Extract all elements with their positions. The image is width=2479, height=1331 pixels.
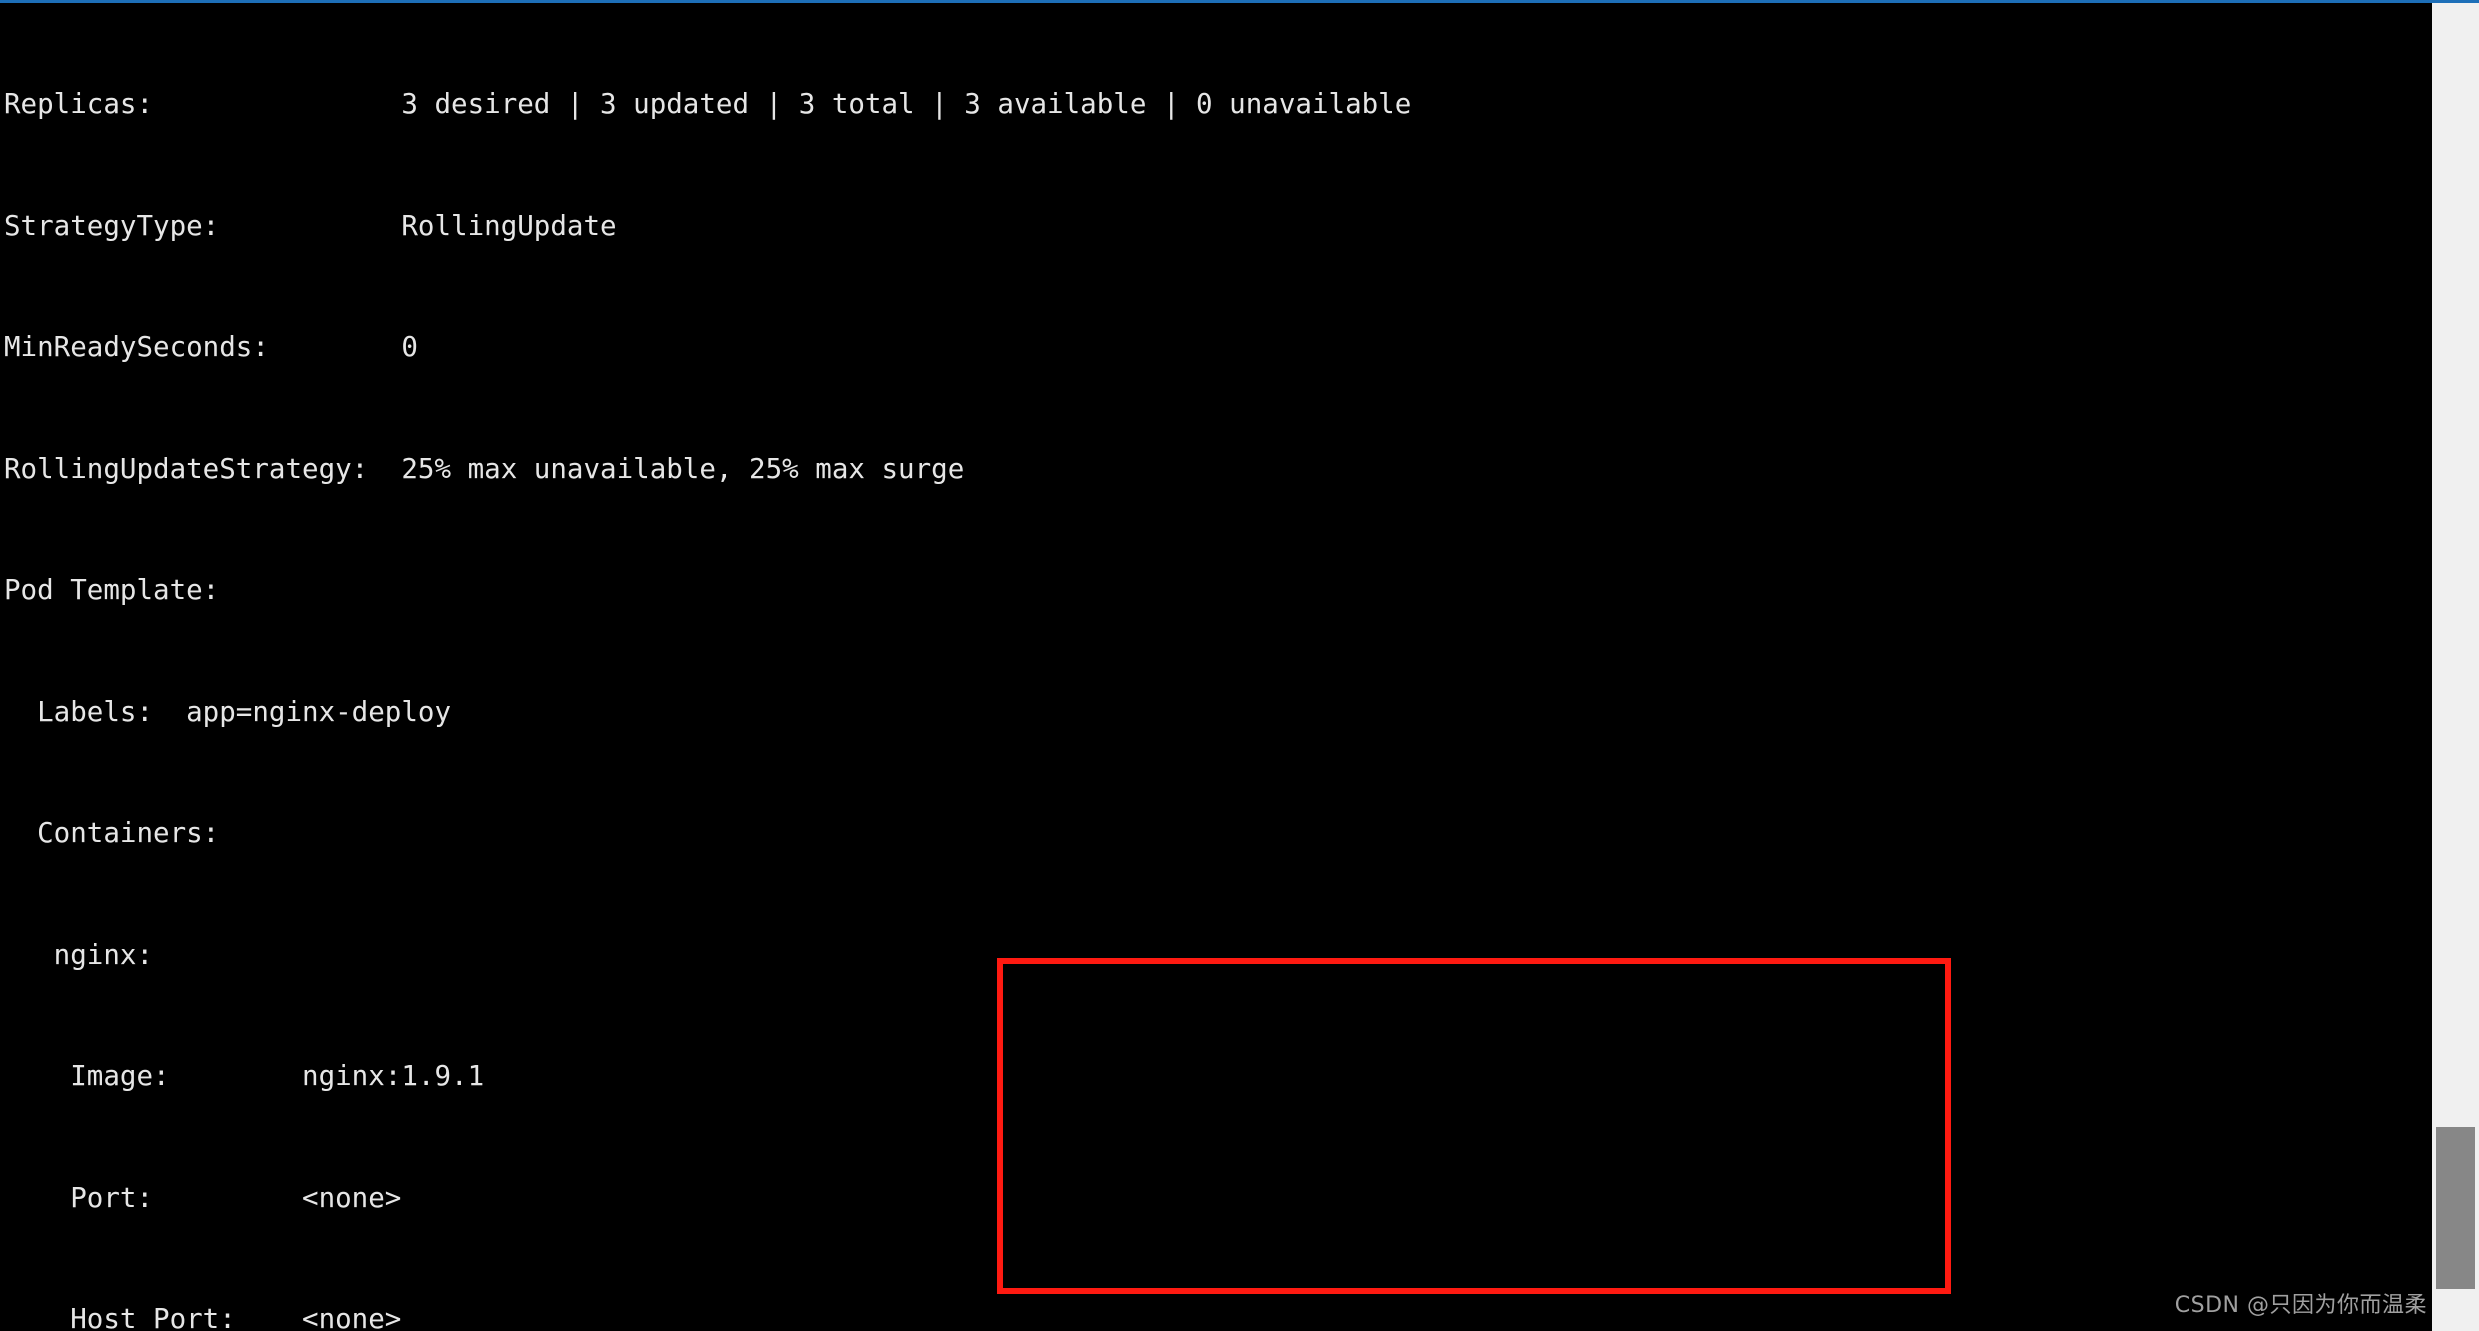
container-name-line: nginx: <box>4 938 154 971</box>
scrollbar-thumb[interactable] <box>2436 1127 2475 1289</box>
terminal-window: Replicas: 3 desired | 3 updated | 3 tota… <box>0 0 2479 1331</box>
min-ready-seconds-line: MinReadySeconds: 0 <box>4 331 418 363</box>
rolling-update-strategy-line: RollingUpdateStrategy: 25% max unavailab… <box>4 452 965 485</box>
container-host-port-line: Host Port: <none> <box>4 1303 402 1331</box>
replicas-line: Replicas: 3 desired | 3 updated | 3 tota… <box>4 88 1412 120</box>
pod-labels-line: Labels: app=nginx-deploy <box>4 695 452 728</box>
strategy-type-line: StrategyType: RollingUpdate <box>4 209 617 242</box>
containers-header: Containers: <box>4 817 220 849</box>
container-image-line: Image: nginx:1.9.1 <box>4 1060 485 1092</box>
watermark-text: CSDN @只因为你而温柔 <box>2174 1293 2427 1318</box>
terminal-output[interactable]: Replicas: 3 desired | 3 updated | 3 tota… <box>0 3 2420 1331</box>
container-port-line: Port: <none> <box>4 1181 402 1214</box>
pod-template-header: Pod Template: <box>4 574 220 606</box>
vertical-scrollbar[interactable] <box>2432 3 2479 1331</box>
